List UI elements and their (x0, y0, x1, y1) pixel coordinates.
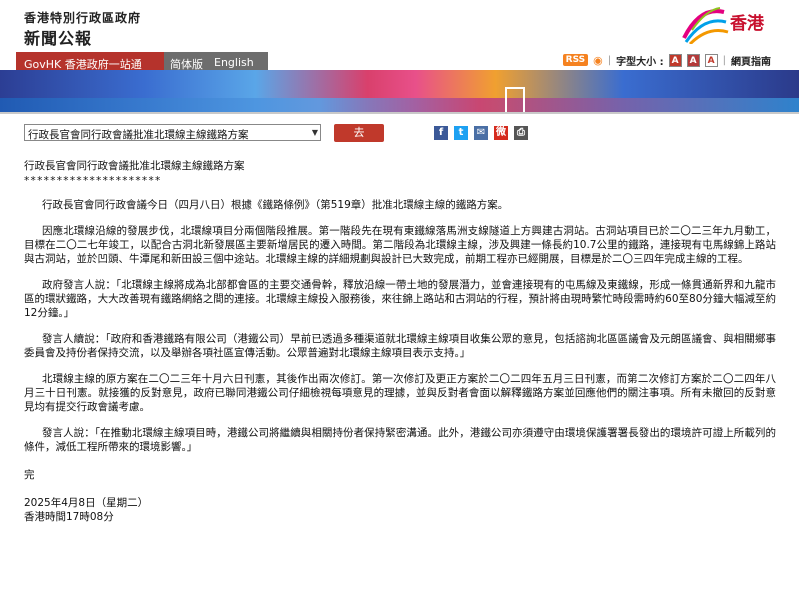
language-tabs: 简体版 English (164, 52, 268, 71)
end-mark: 完 (24, 469, 35, 481)
page-header: 香港特別行政區政府 新聞公報 香港 (0, 0, 799, 50)
twitter-share-icon[interactable]: t (454, 126, 468, 140)
banner-frame-graphic (505, 87, 525, 112)
release-date: 2025年4月8日（星期二） (24, 497, 149, 509)
article-paragraph: 北環線主線的原方案在二〇二三年十月六日刊憲，其後作出兩次修訂。第一次修訂及更正方… (24, 373, 776, 413)
share-bar: f t ✉ 微 ⎙ (434, 126, 528, 140)
font-size-small-button[interactable]: A (668, 53, 682, 67)
divider: | (607, 54, 612, 66)
font-size-label: 字型大小 : (616, 56, 664, 68)
article-paragraph: 因應北環線沿線的發展步伐，北環線項目分兩個階段推展。第一階段先在現有東鐵線落馬洲… (24, 225, 776, 265)
font-size-large-button[interactable]: A (704, 53, 718, 67)
article-paragraph: 行政長官會同行政會議今日（四月八日）根據《鐵路條例》（第519章）批准北環線主線… (42, 199, 509, 211)
brand-hong-kong-logo[interactable]: 香港 (680, 4, 792, 48)
chevron-down-icon[interactable]: ▼ (312, 128, 318, 137)
go-button[interactable]: 去 (334, 124, 384, 142)
press-release-article: 行政長官會同行政會議批准北環線主線鐵路方案 ******************… (24, 159, 776, 524)
govhk-tab[interactable]: GovHK 香港政府一站通 (16, 52, 164, 71)
release-time: 香港時間17時08分 (24, 511, 114, 523)
press-release-select[interactable]: 行政長官會同行政會議批准北環線主線鐵路方案 ▼ (24, 124, 321, 141)
header-banner (0, 70, 799, 112)
article-paragraph: 發言人說：「在推動北環線主線項目時，港鐵公司將繼續與相關持份者保持緊密溝通。此外… (24, 427, 776, 453)
article-paragraph: 政府發言人說：「北環線主線將成為北部都會區的主要交通骨幹，釋放沿線一帶土地的發展… (24, 279, 776, 319)
site-guide-link[interactable]: 網頁指南 (731, 53, 771, 68)
font-size-medium-button[interactable]: A (686, 53, 700, 67)
article-paragraph: 發言人續說：「政府和香港鐵路有限公司（港鐵公司）早前已透過多種渠道就北環線主線項… (24, 333, 776, 359)
banner-stripe (0, 98, 799, 112)
government-name: 香港特別行政區政府 (24, 11, 142, 25)
selected-press-release: 行政長官會同行政會議批准北環線主線鐵路方案 (28, 129, 249, 141)
print-icon[interactable]: ⎙ (514, 126, 528, 140)
divider: | (722, 54, 726, 66)
banner-divider (0, 112, 799, 114)
english-link[interactable]: English (214, 56, 254, 69)
title-underline-stars: ********************* (24, 175, 162, 187)
brand-swoosh-icon (682, 7, 729, 46)
top-nav: GovHK 香港政府一站通 简体版 English RSS ◉ | 字型大小 :… (0, 50, 799, 71)
site-title[interactable]: 新聞公報 (24, 25, 92, 49)
rss-feed-icon[interactable]: ◉ (593, 54, 603, 67)
brand-text: 香港 (730, 14, 764, 34)
article-title: 行政長官會同行政會議批准北環線主線鐵路方案 (24, 160, 245, 172)
page-tools: RSS ◉ | 字型大小 : A A A | 網頁指南 (562, 52, 771, 68)
facebook-share-icon[interactable]: f (434, 126, 448, 140)
rss-button[interactable]: RSS (562, 54, 589, 66)
weibo-share-icon[interactable]: 微 (494, 126, 508, 140)
email-share-icon[interactable]: ✉ (474, 126, 488, 140)
press-release-selector-row: 行政長官會同行政會議批准北環線主線鐵路方案 ▼ 去 f t ✉ 微 ⎙ (24, 124, 784, 144)
